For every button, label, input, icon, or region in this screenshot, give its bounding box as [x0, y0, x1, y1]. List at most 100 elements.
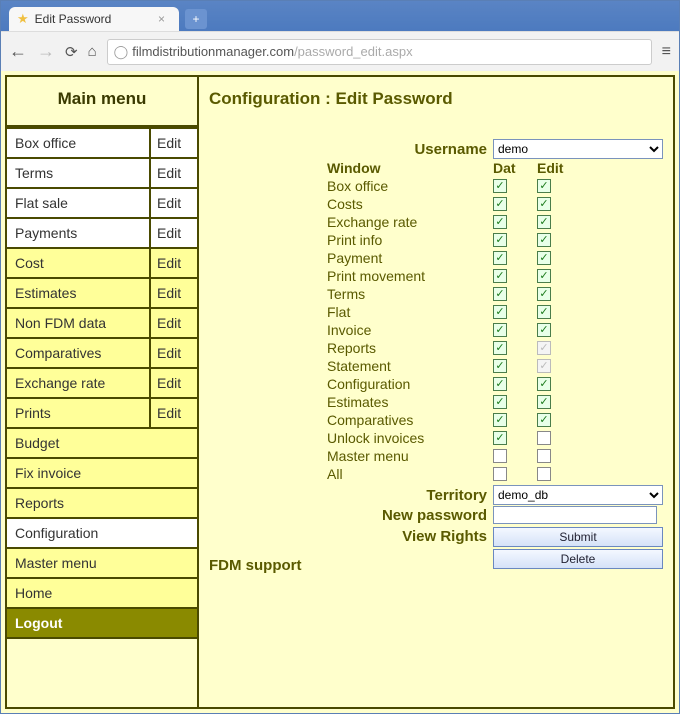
sidebar-item-edit[interactable]: Edit	[149, 159, 197, 187]
new-password-label: New password	[327, 507, 493, 524]
permission-name: Print movement	[327, 268, 493, 284]
checkbox[interactable]: ✓	[493, 341, 507, 355]
checkbox[interactable]: ✓	[493, 215, 507, 229]
permission-name: All	[327, 466, 493, 482]
main-panel: Configuration : Edit Password FDM suppor…	[199, 75, 675, 709]
permission-name: Payment	[327, 250, 493, 266]
submit-button[interactable]: Submit	[493, 527, 663, 547]
sidebar-item-edit[interactable]: Edit	[149, 279, 197, 307]
sidebar-item-label[interactable]: Budget	[7, 429, 197, 457]
checkbox[interactable]: ✓	[537, 197, 551, 211]
checkbox[interactable]: ✓	[537, 179, 551, 193]
checkbox[interactable]: ✓	[493, 467, 507, 481]
sidebar-item-label[interactable]: Logout	[7, 609, 197, 637]
checkbox[interactable]: ✓	[493, 251, 507, 265]
sidebar-item-label[interactable]: Prints	[7, 399, 149, 427]
sidebar-item-edit[interactable]: Edit	[149, 129, 197, 157]
checkbox[interactable]: ✓	[493, 413, 507, 427]
permission-row: All✓✓	[327, 465, 663, 483]
sidebar-item-label[interactable]: Estimates	[7, 279, 149, 307]
sidebar-item-label[interactable]: Flat sale	[7, 189, 149, 217]
username-select[interactable]: demo	[493, 139, 663, 159]
checkbox[interactable]: ✓	[537, 305, 551, 319]
territory-select[interactable]: demo_db	[493, 485, 663, 505]
checkbox[interactable]: ✓	[493, 233, 507, 247]
checkbox: ✓	[537, 359, 551, 373]
checkbox[interactable]: ✓	[537, 215, 551, 229]
sidebar-item: Master menu	[7, 549, 197, 579]
permission-row: Estimates✓✓	[327, 393, 663, 411]
sidebar-item: CostEdit	[7, 249, 197, 279]
checkbox[interactable]: ✓	[537, 233, 551, 247]
checkbox[interactable]: ✓	[493, 377, 507, 391]
checkbox[interactable]: ✓	[493, 395, 507, 409]
checkbox[interactable]: ✓	[493, 197, 507, 211]
checkbox[interactable]: ✓	[537, 431, 551, 445]
sidebar-item-label[interactable]: Fix invoice	[7, 459, 197, 487]
home-button[interactable]: ⌂	[88, 43, 97, 60]
checkbox[interactable]: ✓	[537, 269, 551, 283]
sidebar-item-label[interactable]: Comparatives	[7, 339, 149, 367]
permission-name: Flat	[327, 304, 493, 320]
checkbox[interactable]: ✓	[537, 413, 551, 427]
sidebar-item: Logout	[7, 609, 197, 639]
back-button[interactable]: ←	[9, 41, 27, 62]
sidebar-item-edit[interactable]: Edit	[149, 339, 197, 367]
view-rights-label: View Rights	[327, 528, 493, 545]
sidebar-item-edit[interactable]: Edit	[149, 249, 197, 277]
browser-tab[interactable]: ★ Edit Password ×	[9, 7, 179, 31]
checkbox[interactable]: ✓	[537, 251, 551, 265]
permission-name: Unlock invoices	[327, 430, 493, 446]
checkbox[interactable]: ✓	[537, 323, 551, 337]
checkbox[interactable]: ✓	[537, 395, 551, 409]
delete-button[interactable]: Delete	[493, 549, 663, 569]
permission-row: Payment✓✓	[327, 249, 663, 267]
checkbox[interactable]: ✓	[537, 377, 551, 391]
checkbox[interactable]: ✓	[493, 269, 507, 283]
sidebar-item-edit[interactable]: Edit	[149, 309, 197, 337]
sidebar-item-label[interactable]: Exchange rate	[7, 369, 149, 397]
checkbox[interactable]: ✓	[537, 287, 551, 301]
checkbox[interactable]: ✓	[537, 467, 551, 481]
sidebar-item-edit[interactable]: Edit	[149, 399, 197, 427]
permission-row: Reports✓✓	[327, 339, 663, 357]
permission-row: Statement✓✓	[327, 357, 663, 375]
sidebar-item: Box officeEdit	[7, 127, 197, 159]
sidebar-item-label[interactable]: Box office	[7, 129, 149, 157]
sidebar-item-label[interactable]: Master menu	[7, 549, 197, 577]
sidebar-item: PrintsEdit	[7, 399, 197, 429]
chrome-menu-icon[interactable]: ≡	[662, 43, 671, 61]
favicon-star-icon: ★	[17, 11, 29, 27]
tab-close-icon[interactable]: ×	[158, 12, 165, 26]
sidebar-item-label[interactable]: Configuration	[7, 519, 197, 547]
sidebar-item-label[interactable]: Non FDM data	[7, 309, 149, 337]
checkbox[interactable]: ✓	[493, 305, 507, 319]
sidebar-item-label[interactable]: Reports	[7, 489, 197, 517]
sidebar-item-edit[interactable]: Edit	[149, 369, 197, 397]
checkbox[interactable]: ✓	[493, 287, 507, 301]
checkbox[interactable]: ✓	[493, 179, 507, 193]
browser-toolbar: ← → ⟳ ⌂ ◯ filmdistributionmanager.com/pa…	[1, 31, 679, 71]
checkbox[interactable]: ✓	[493, 449, 507, 463]
permission-name: Print info	[327, 232, 493, 248]
sidebar-item-edit[interactable]: Edit	[149, 219, 197, 247]
checkbox[interactable]: ✓	[493, 359, 507, 373]
checkbox[interactable]: ✓	[493, 431, 507, 445]
permission-row: Print movement✓✓	[327, 267, 663, 285]
permission-row: Comparatives✓✓	[327, 411, 663, 429]
new-password-input[interactable]	[493, 506, 657, 524]
sidebar-item-label[interactable]: Payments	[7, 219, 149, 247]
sidebar-item-edit[interactable]: Edit	[149, 189, 197, 217]
sidebar-item-label[interactable]: Cost	[7, 249, 149, 277]
page-body: Main menu Box officeEditTermsEditFlat sa…	[1, 71, 679, 713]
checkbox[interactable]: ✓	[493, 323, 507, 337]
sidebar-item: TermsEdit	[7, 159, 197, 189]
url-bar[interactable]: ◯ filmdistributionmanager.com/password_e…	[107, 39, 652, 65]
permission-row: Invoice✓✓	[327, 321, 663, 339]
new-tab-button[interactable]: +	[185, 9, 207, 29]
reload-button[interactable]: ⟳	[65, 43, 78, 61]
permission-name: Estimates	[327, 394, 493, 410]
sidebar-item-label[interactable]: Terms	[7, 159, 149, 187]
sidebar-item-label[interactable]: Home	[7, 579, 197, 607]
checkbox[interactable]: ✓	[537, 449, 551, 463]
